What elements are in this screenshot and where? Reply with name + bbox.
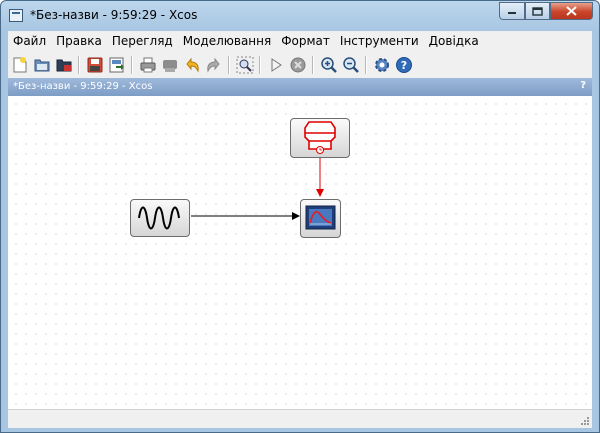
- close-icon: [566, 6, 577, 16]
- menu-bar: Файл Правка Перегляд Моделювання Формат …: [8, 31, 592, 51]
- scope-block[interactable]: [300, 199, 341, 238]
- toolbar-separator: [78, 55, 80, 74]
- status-bar: [8, 409, 592, 428]
- undo-icon: [186, 57, 199, 73]
- print-disabled-icon: [163, 59, 177, 72]
- sine-wave-icon: [138, 206, 180, 230]
- clock-icon: [304, 121, 336, 154]
- minimize-button[interactable]: [499, 2, 525, 20]
- menu-tools[interactable]: Інструменти: [335, 34, 424, 48]
- toolbar-separator: [228, 55, 230, 74]
- svg-text:?: ?: [401, 59, 407, 72]
- open-icon: [34, 59, 50, 71]
- toolbar: ?: [8, 51, 592, 78]
- zoom-in-button[interactable]: [319, 55, 339, 75]
- print-icon: [140, 57, 156, 72]
- maximize-button[interactable]: [525, 2, 550, 20]
- diagram-tab-title: *Без-назви - 9:59:29 - Xcos: [13, 81, 153, 92]
- app-window: *Без-назви - 9:59:29 - Xcos Файл Правка …: [0, 0, 600, 433]
- new-icon: [13, 56, 27, 72]
- title-bar[interactable]: *Без-назви - 9:59:29 - Xcos: [1, 1, 599, 31]
- save-as-button[interactable]: [107, 55, 127, 75]
- redo-icon: [207, 57, 220, 73]
- menu-simulation[interactable]: Моделювання: [178, 34, 276, 48]
- help-icon: ?: [396, 56, 412, 73]
- minimize-icon: [508, 12, 516, 14]
- tab-help-button[interactable]: ?: [580, 80, 586, 91]
- print-button[interactable]: [138, 55, 158, 75]
- toolbar-separator: [131, 55, 133, 74]
- save-icon: [87, 57, 103, 72]
- save-button[interactable]: [85, 55, 105, 75]
- toolbar-separator: [365, 55, 367, 74]
- xcos-app-icon[interactable]: [9, 9, 23, 22]
- help-button[interactable]: ?: [394, 55, 414, 75]
- print-disabled-button[interactable]: [160, 55, 180, 75]
- stop-icon: [290, 57, 306, 72]
- fit-diagram-icon: [236, 56, 254, 73]
- resize-grip-icon[interactable]: [580, 416, 590, 426]
- maximize-icon: [532, 6, 543, 16]
- open-button[interactable]: [32, 55, 52, 75]
- undo-button[interactable]: [182, 55, 202, 75]
- save-as-icon: [109, 57, 124, 72]
- menu-edit[interactable]: Правка: [51, 34, 107, 48]
- start-button[interactable]: [266, 55, 286, 75]
- menu-view[interactable]: Перегляд: [107, 34, 178, 48]
- window-controls: [499, 2, 593, 21]
- stop-button[interactable]: [288, 55, 308, 75]
- menu-file[interactable]: Файл: [8, 34, 51, 48]
- open-folder-icon: [56, 59, 72, 71]
- clock-block[interactable]: [290, 118, 350, 158]
- diagram-canvas[interactable]: [8, 96, 592, 409]
- toolbar-separator: [259, 55, 261, 74]
- sine-generator-block[interactable]: [130, 199, 190, 237]
- start-icon: [271, 57, 282, 72]
- menu-help[interactable]: Довідка: [424, 34, 484, 48]
- toolbar-separator: [312, 55, 314, 74]
- diagram-tab-bar: *Без-назви - 9:59:29 - Xcos ?: [8, 78, 592, 96]
- new-button[interactable]: [10, 55, 30, 75]
- close-button[interactable]: [550, 2, 593, 20]
- zoom-in-icon: [321, 56, 337, 73]
- fit-diagram-button[interactable]: [235, 55, 255, 75]
- setup-button[interactable]: [372, 55, 392, 75]
- window-title: *Без-назви - 9:59:29 - Xcos: [30, 8, 198, 22]
- menu-format[interactable]: Формат: [276, 34, 335, 48]
- setup-icon: [375, 57, 389, 72]
- zoom-out-icon: [343, 56, 359, 73]
- redo-button[interactable]: [204, 55, 224, 75]
- scope-icon: [305, 205, 336, 230]
- zoom-out-button[interactable]: [341, 55, 361, 75]
- open-folder-button[interactable]: [54, 55, 74, 75]
